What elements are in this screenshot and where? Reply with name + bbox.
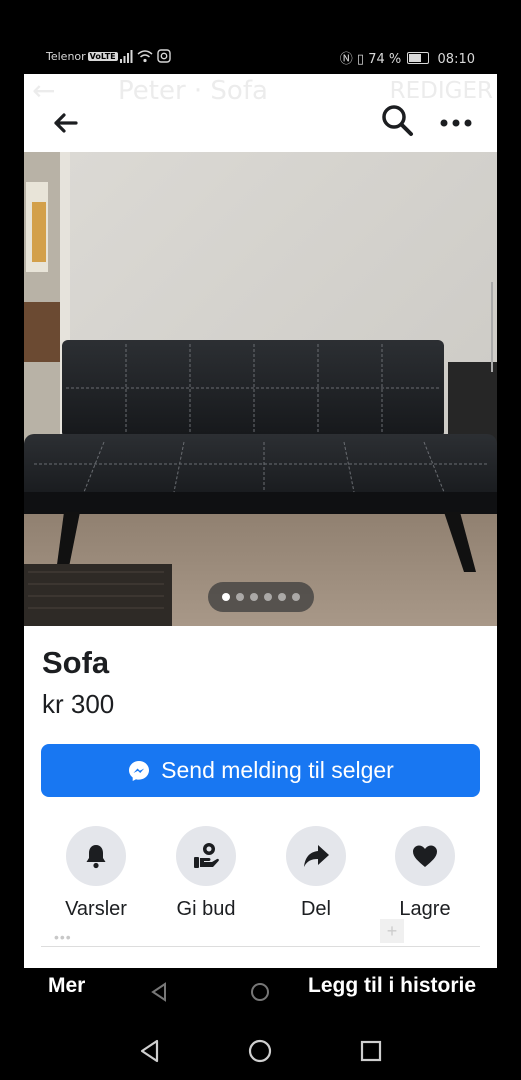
share-button[interactable]: Del [261,826,371,921]
divider [41,946,480,947]
signal-wifi-icons [120,49,176,66]
make-offer-button[interactable]: Gi bud [151,826,261,921]
offer-label: Gi bud [176,898,236,920]
status-right: Ⓝ ▯ 74 % 08:10 [340,48,475,67]
action-buttons-row: Varsler Gi bud Del Lagre [24,826,497,936]
listing-title: Sofa [42,645,110,680]
signal-icon [120,49,171,63]
battery-icon [407,52,430,64]
more-link[interactable]: Mer [48,974,85,998]
notify-button[interactable]: Varsler [41,826,151,921]
battery-percent: 74 % [368,52,402,67]
save-circle [395,826,455,886]
search-button[interactable] [379,102,415,138]
send-message-label: Send melding til selger [161,757,394,783]
notify-circle [66,826,126,886]
sofa-photo-image [24,152,497,626]
listing-price: kr 300 [42,689,115,719]
top-toolbar [24,96,497,152]
photo-pager-dots[interactable] [208,582,314,612]
carrier-name: Telenor [46,50,86,63]
pager-dot[interactable] [292,593,300,601]
offer-hand-icon [194,843,219,868]
status-bar: Telenor VoLTE Ⓝ ▯ 74 % 08:10 [0,0,521,72]
offer-circle [176,826,236,886]
pager-dot[interactable] [278,593,286,601]
pager-dot[interactable] [222,593,230,601]
send-message-button[interactable]: Send melding til selger [41,744,480,797]
messenger-icon [129,760,150,781]
battery-fill [409,54,422,62]
story-bar: Mer Legg til i historie [0,968,521,1008]
pager-dot[interactable] [250,593,258,601]
heart-icon [413,845,437,867]
share-icon [304,845,329,867]
nfc-icon: Ⓝ [339,52,353,67]
vibrate-icon: ▯ [356,52,365,67]
nav-back-button[interactable] [137,1038,163,1064]
pager-dot[interactable] [264,593,272,601]
save-button[interactable]: Lagre [370,826,480,921]
share-circle [286,826,346,886]
carrier-info: Telenor VoLTE [46,50,118,63]
ghost-home-circle-icon [251,983,269,1001]
volte-badge: VoLTE [87,52,118,61]
clock: 08:10 [437,52,475,67]
nav-home-button[interactable] [247,1038,273,1064]
save-label: Lagre [399,898,451,920]
bell-icon [86,845,106,869]
more-options-button[interactable] [438,116,474,128]
circle-home-icon [248,1039,272,1063]
share-label: Del [300,898,331,920]
add-to-story-link[interactable]: Legg til i historie [308,974,476,998]
ghost-plus-icon: + [380,919,404,943]
notify-label: Varsler [65,898,127,920]
ghost-back-triangle-icon [151,982,166,1002]
triangle-back-icon [140,1039,159,1063]
system-nav-bar [0,1020,521,1080]
arrow-left-icon [54,113,78,133]
marketplace-listing-card: ← Peter · Sofa REDIGER Sofa kr 300 Send … [24,74,497,968]
listing-photo[interactable] [24,152,497,626]
pager-dot[interactable] [236,593,244,601]
nav-recents-button[interactable] [358,1038,384,1064]
more-dots-icon [440,119,472,127]
back-button[interactable] [48,106,82,140]
ghost-dots: ••• [54,929,72,945]
square-recents-icon [360,1040,382,1062]
search-icon [382,105,413,136]
